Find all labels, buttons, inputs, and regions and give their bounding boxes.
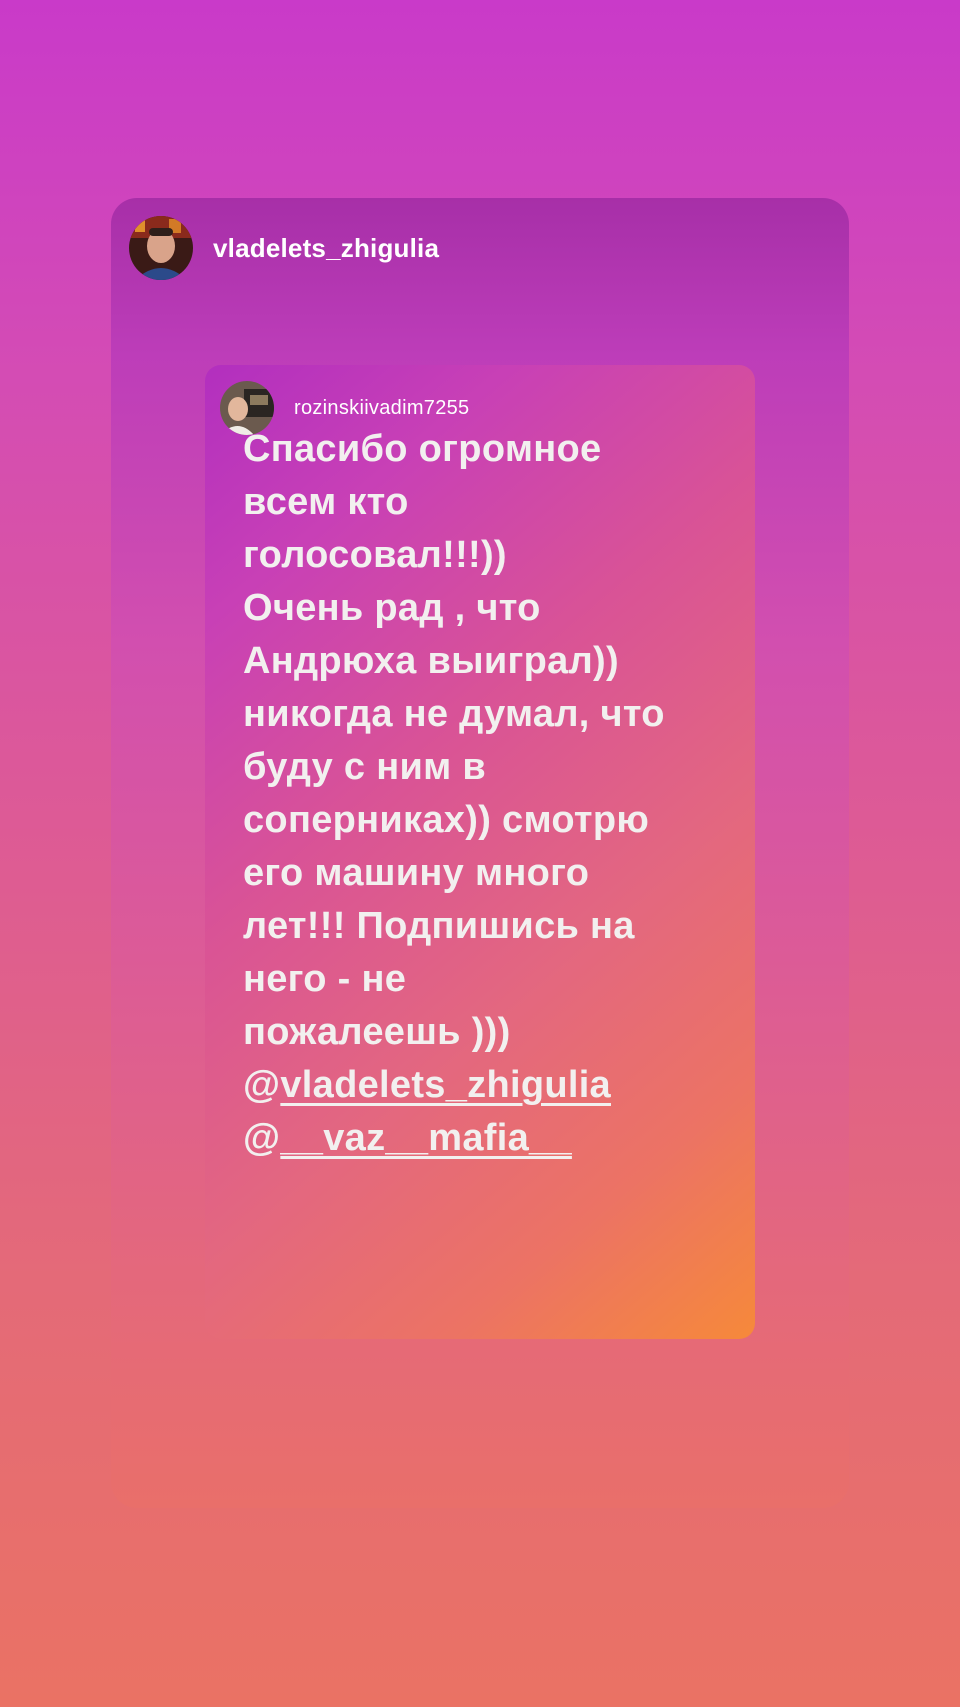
story-author-username[interactable]: vladelets_zhigulia (213, 233, 439, 264)
mention-username[interactable]: vladelets_zhigulia (280, 1064, 611, 1106)
text-line: лет!!! Подпишись на (243, 905, 635, 947)
text-line: никогда не думал, что (243, 693, 665, 735)
avatar-photo-icon (129, 216, 193, 280)
story-header: vladelets_zhigulia (129, 214, 439, 282)
text-line: Андрюха выиграл)) (243, 640, 619, 682)
avatar[interactable] (129, 216, 193, 280)
reposted-post-text: Спасибо огромное всем кто голосовал!!!))… (243, 423, 743, 1165)
reposted-author-username[interactable]: rozinskiivadim7255 (294, 397, 469, 420)
text-line: Очень рад , что (243, 587, 541, 629)
text-line: буду с ним в (243, 746, 487, 788)
text-line: голосовал!!!)) (243, 534, 507, 576)
mention-link[interactable]: @vladelets_zhigulia (243, 1059, 743, 1112)
text-line: пожалеешь ))) (243, 1011, 511, 1053)
mention-at: @ (243, 1117, 281, 1159)
mention-link[interactable]: @__vaz__mafia__ (243, 1112, 743, 1165)
text-line: всем кто (243, 481, 409, 523)
story-card: vladelets_zhigulia rozinskiivadim7255 Сп… (111, 198, 849, 1508)
mention-at: @ (243, 1064, 281, 1106)
text-line: Спасибо огромное (243, 428, 602, 470)
text-line: него - не (243, 958, 407, 1000)
text-line: соперниках)) смотрю (243, 799, 650, 841)
mention-username[interactable]: __vaz__mafia__ (280, 1117, 572, 1159)
text-line: его машину много (243, 852, 590, 894)
reposted-post-card[interactable]: rozinskiivadim7255 Спасибо огромное всем… (205, 365, 755, 1339)
